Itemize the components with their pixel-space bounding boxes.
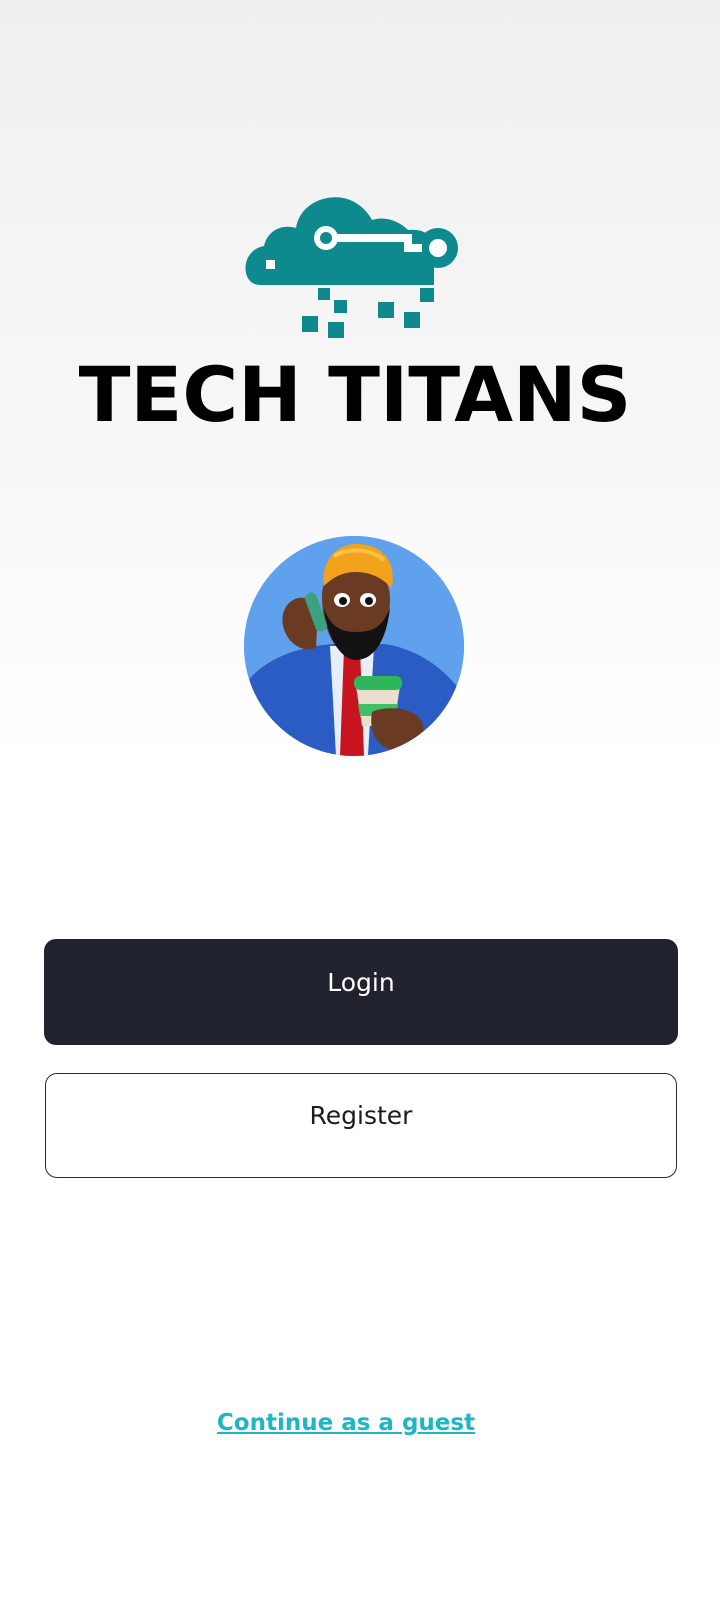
login-button[interactable]: Login — [44, 939, 678, 1045]
register-button-label: Register — [309, 1101, 413, 1130]
continue-as-guest-link[interactable]: Continue as a guest — [0, 1410, 692, 1436]
avatar — [244, 536, 464, 756]
brand-title: TECH TITANS — [78, 350, 632, 439]
welcome-screen: TECH TITANS Login Register Continue as a… — [0, 0, 720, 1600]
register-button[interactable]: Register — [45, 1073, 677, 1178]
cloud-circuit-logo-icon — [245, 197, 458, 338]
avatar-illustration-icon — [244, 536, 464, 756]
login-button-label: Login — [327, 967, 395, 997]
